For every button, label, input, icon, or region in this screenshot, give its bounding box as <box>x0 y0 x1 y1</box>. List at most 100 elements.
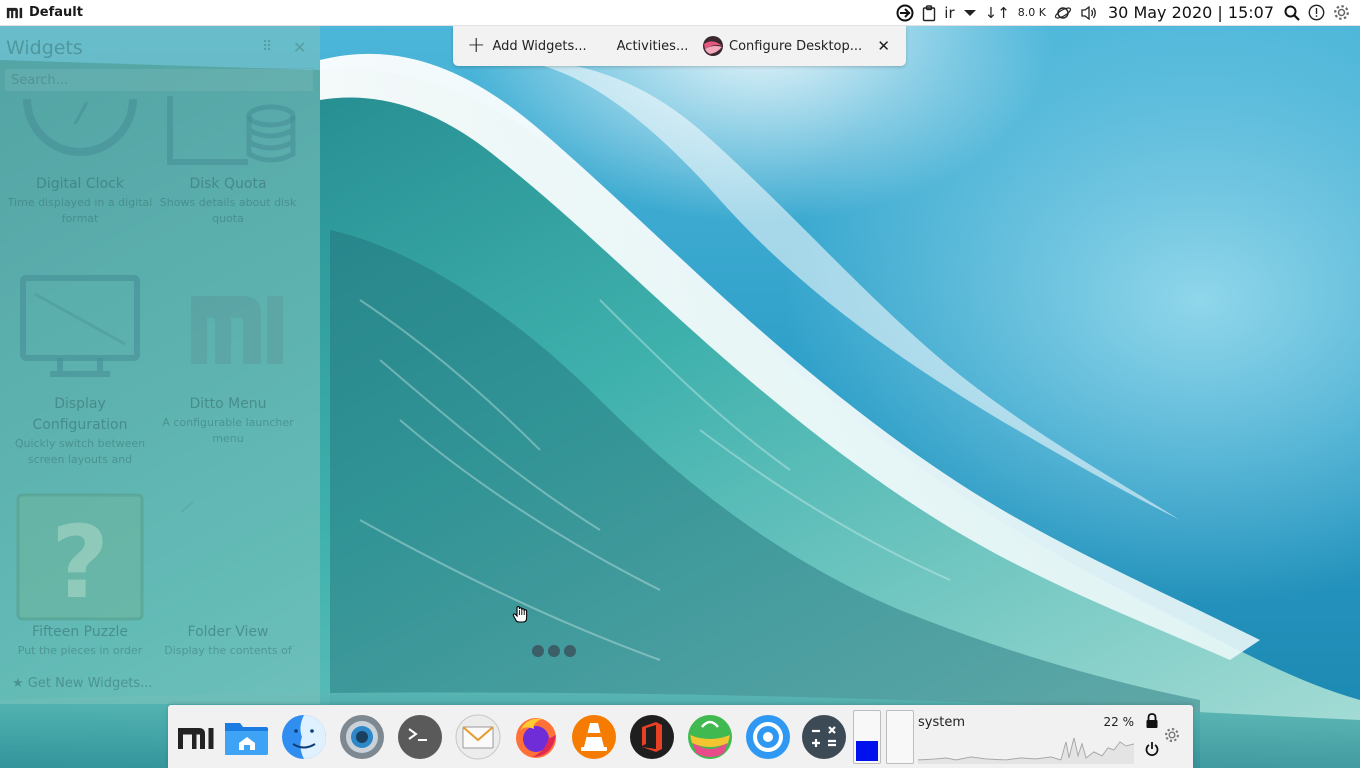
get-new-widgets-button[interactable]: ★ Get New Widgets... <box>12 676 153 691</box>
mi-logo-icon <box>178 728 214 749</box>
dock-panel: system 22 % <box>168 705 1193 768</box>
widget-description: Quickly switch between screen layouts an… <box>14 437 146 466</box>
loading-indicator <box>532 645 576 657</box>
memory-bar-fill <box>856 741 878 761</box>
dock-app-browser[interactable] <box>744 713 792 761</box>
add-widgets-label: Add Widgets... <box>492 38 587 54</box>
loading-dot <box>532 645 544 657</box>
widget-description: Put the pieces in order <box>17 644 143 657</box>
widget-name: Folder View <box>187 624 269 640</box>
dock-app-store[interactable] <box>686 713 734 761</box>
keyboard-layout-indicator[interactable]: ir <box>944 0 954 26</box>
configure-desktop-label: Configure Desktop... <box>729 38 863 54</box>
widget-description: Shows details about disk quota <box>159 196 297 225</box>
folder-home-icon <box>225 723 268 755</box>
dock-app-settings[interactable] <box>338 713 386 761</box>
widget-display-configuration[interactable]: Display Configuration Quickly switch bet… <box>5 274 155 468</box>
widget-name: Ditto Menu <box>189 396 267 412</box>
hand-cursor-icon <box>512 606 528 623</box>
disk-quota-icon <box>167 96 296 165</box>
mi-logo-icon <box>6 7 23 18</box>
notifications-icon[interactable] <box>1308 0 1325 26</box>
activities-button[interactable]: Activities... <box>611 26 694 66</box>
widgets-close-icon[interactable]: ✕ <box>293 38 306 57</box>
power-icon[interactable] <box>1145 741 1159 757</box>
clock[interactable]: 30 May 2020 | 15:07 <box>1108 3 1274 22</box>
widget-disk-quota[interactable]: Disk Quota Shows details about disk quot… <box>153 94 303 227</box>
vpn-icon[interactable] <box>896 0 914 26</box>
firefox-icon <box>516 718 556 758</box>
tray-expand-icon[interactable] <box>963 0 977 26</box>
ditto-menu-icon <box>191 296 283 364</box>
global-menu[interactable]: Default <box>0 0 83 25</box>
network-arrows-icon[interactable]: ↓↑ <box>985 0 1010 26</box>
display-configuration-icon <box>20 275 140 377</box>
add-widgets-button[interactable]: + Add Widgets... <box>453 26 603 66</box>
widget-name: Disk Quota <box>189 176 267 192</box>
office-icon <box>630 715 674 759</box>
widget-fifteen-puzzle[interactable]: ? Fifteen Puzzle Put the pieces in order <box>5 492 155 659</box>
widget-name: Fifteen Puzzle <box>32 624 128 640</box>
plus-icon: + <box>467 33 486 58</box>
star-icon: ★ <box>12 676 24 691</box>
volume-icon[interactable] <box>1080 0 1098 26</box>
loading-dot <box>564 645 576 657</box>
dock-app-terminal[interactable] <box>396 713 444 761</box>
search-icon[interactable] <box>1284 0 1300 26</box>
dock-settings-gear-icon[interactable] <box>1164 727 1180 743</box>
widget-description: Time displayed in a digital format <box>7 196 153 225</box>
pin-icon[interactable]: ⠿ <box>262 39 272 55</box>
widget-description: Display the contents of <box>164 644 292 657</box>
folder-view-icon <box>180 501 194 513</box>
calculator-icon <box>802 715 846 759</box>
vlc-icon <box>572 715 616 759</box>
terminal-icon <box>398 715 442 759</box>
widget-digital-clock[interactable]: Digital Clock Time displayed in a digita… <box>5 94 155 227</box>
system-monitor-percent: 22 % <box>1103 715 1135 729</box>
dock-app-calculator[interactable] <box>800 713 848 761</box>
mail-icon <box>455 714 501 760</box>
widget-ditto-menu[interactable]: Ditto Menu A configurable launcher menu <box>153 274 303 447</box>
widget-folder-view[interactable]: Folder View Display the contents of <box>153 492 303 659</box>
configure-desktop-icon <box>703 36 723 56</box>
digital-clock-icon <box>23 98 137 156</box>
widgets-title: Widgets <box>6 37 83 59</box>
widgets-explorer: Widgets ⠿ ✕ Search... Digital Clock Time… <box>0 26 320 704</box>
top-panel: Default ir ↓↑ 8.0 K 30 May 2020 | 15:07 <box>0 0 1360 26</box>
network-planet-icon[interactable] <box>1054 0 1072 26</box>
system-tray: ir ↓↑ 8.0 K 30 May 2020 | 15:07 <box>892 0 1360 25</box>
fifteen-puzzle-icon: ? <box>16 493 144 621</box>
memory-bar-meter[interactable] <box>853 710 881 764</box>
desktop-toolbox: + Add Widgets... Activities... Configure… <box>453 26 906 66</box>
system-monitor[interactable]: system 22 % <box>916 710 1136 764</box>
dock-app-finder[interactable] <box>280 713 328 761</box>
store-icon <box>688 715 732 759</box>
dock-app-office[interactable] <box>628 713 676 761</box>
settings-icon <box>340 715 384 759</box>
dock-app-vlc[interactable] <box>570 713 618 761</box>
finder-icon <box>282 715 326 759</box>
swap-bar-meter[interactable] <box>886 710 914 764</box>
widgets-search-input[interactable]: Search... <box>4 68 314 92</box>
widget-name: Display Configuration <box>32 396 128 433</box>
widget-description: A configurable launcher menu <box>162 416 294 445</box>
lock-screen-icon[interactable] <box>1145 713 1159 729</box>
system-monitor-label: system <box>918 715 965 730</box>
clipboard-icon[interactable] <box>922 0 936 26</box>
network-speed: 8.0 K <box>1017 6 1046 19</box>
panel-settings-gear-icon[interactable] <box>1333 0 1350 26</box>
svg-text:?: ? <box>51 504 109 621</box>
dock-app-files[interactable] <box>222 713 270 761</box>
toolbox-close-icon[interactable]: ✕ <box>877 26 890 66</box>
dock-app-mail[interactable] <box>454 713 502 761</box>
loading-dot <box>548 645 560 657</box>
get-new-widgets-label: Get New Widgets... <box>27 676 153 691</box>
dock-app-firefox[interactable] <box>512 713 560 761</box>
configure-desktop-button[interactable]: Configure Desktop... <box>702 26 862 66</box>
widget-name: Digital Clock <box>36 176 124 192</box>
cpu-load-graph <box>917 737 1135 764</box>
activities-label: Activities... <box>616 38 689 54</box>
window-title: Default <box>29 5 83 20</box>
safari-icon <box>746 715 790 759</box>
dock-app-mi-launcher[interactable] <box>172 713 220 761</box>
